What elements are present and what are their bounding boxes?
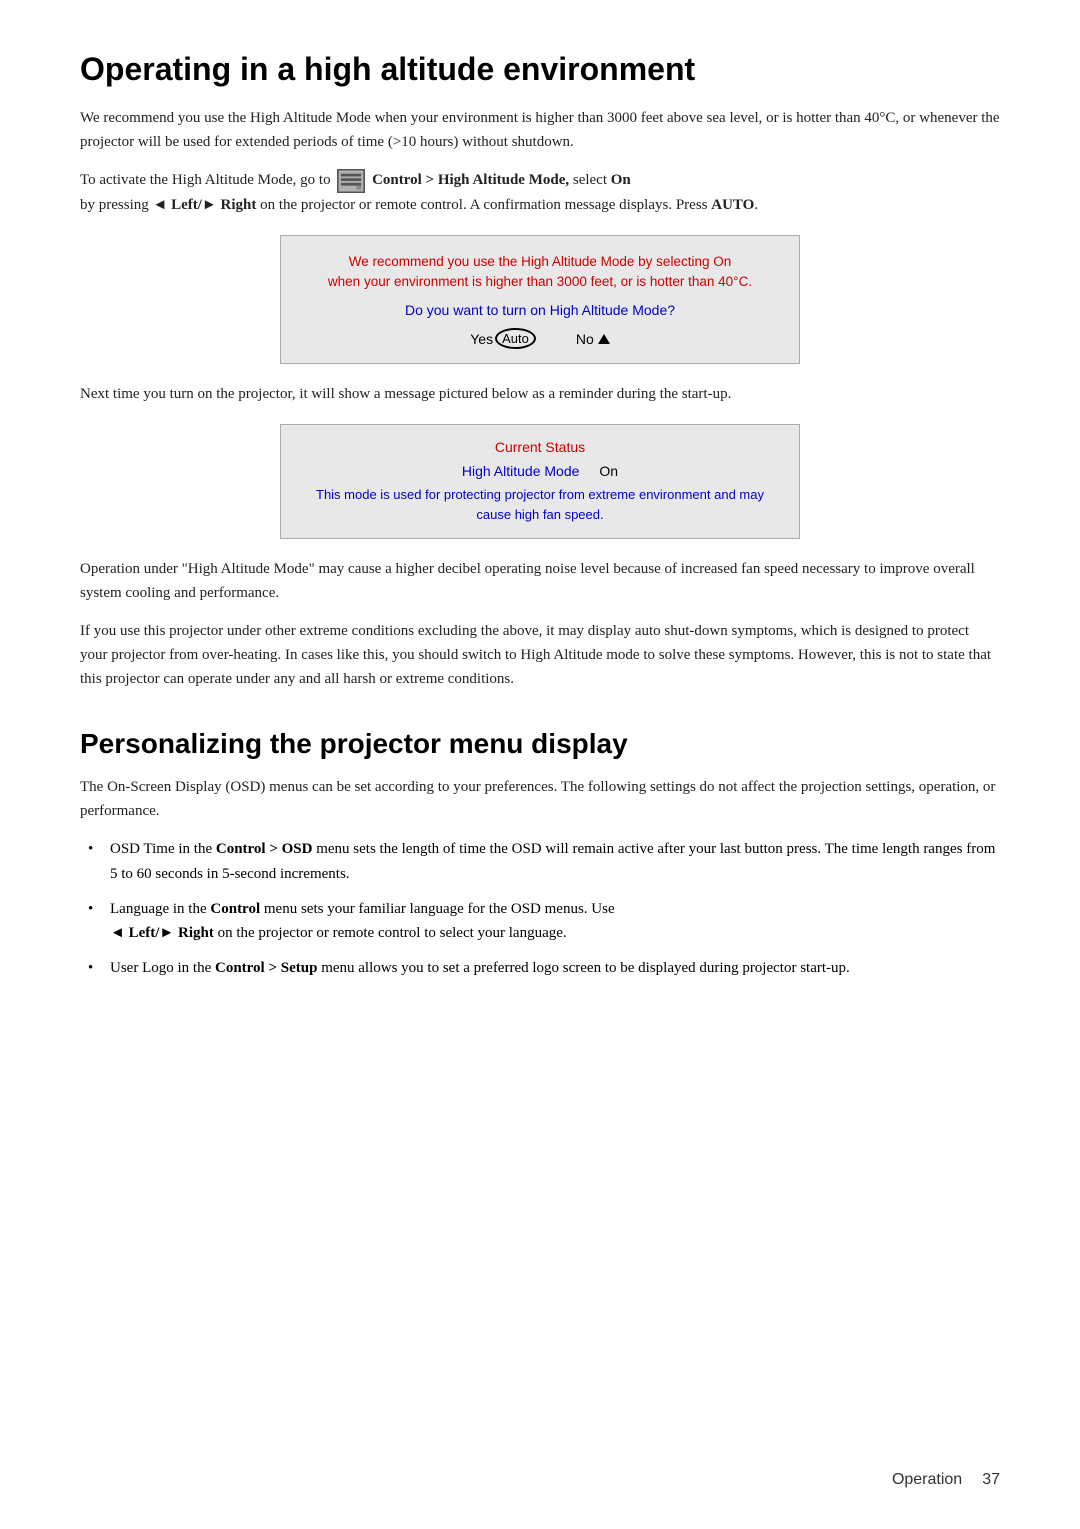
- left-arrow-label: ◄ Left/: [153, 197, 202, 213]
- bullet3-bold: Control > Setup: [215, 960, 317, 976]
- extreme-paragraph: If you use this projector under other ex…: [80, 619, 1000, 691]
- activate-text-rest: on the projector or remote control. A co…: [260, 197, 758, 213]
- list-item: User Logo in the Control > Setup menu al…: [100, 956, 1000, 981]
- status-note: This mode is used for protecting project…: [305, 485, 775, 524]
- right-arrow-label: ► Right: [202, 197, 256, 213]
- no-button[interactable]: No: [576, 331, 610, 347]
- bullet2-middle: menu sets your familiar language for the…: [260, 901, 615, 917]
- bullet2-end: on the projector or remote control to se…: [214, 925, 567, 941]
- status-title: Current Status: [305, 439, 775, 455]
- intro-paragraph: We recommend you use the High Altitude M…: [80, 106, 1000, 154]
- bullet1-before: OSD Time in the: [110, 841, 216, 857]
- triangle-icon: [598, 334, 610, 344]
- footer-page-number: 37: [982, 1471, 1000, 1489]
- bullet3-before: User Logo in the: [110, 960, 215, 976]
- bullet2-bold: Control: [210, 901, 260, 917]
- status-box: Current Status High Altitude Mode On Thi…: [280, 424, 800, 539]
- dialog-buttons: YesAuto No: [305, 328, 775, 349]
- control-menu-icon: [337, 169, 365, 193]
- dialog-warning: We recommend you use the High Altitude M…: [305, 252, 775, 293]
- activate-text-by-pressing: by pressing: [80, 197, 149, 213]
- bullet2-before: Language in the: [110, 901, 210, 917]
- bullet2-right: ► Right: [159, 925, 213, 941]
- section2-title: Personalizing the projector menu display: [80, 727, 1000, 761]
- list-item: OSD Time in the Control > OSD menu sets …: [100, 837, 1000, 887]
- footer-section-label: Operation: [892, 1471, 962, 1489]
- status-row: High Altitude Mode On: [305, 463, 775, 479]
- status-mode-label: High Altitude Mode: [462, 463, 580, 479]
- noise-paragraph: Operation under "High Altitude Mode" may…: [80, 557, 1000, 605]
- yes-button[interactable]: YesAuto: [470, 328, 536, 349]
- bullet-list: OSD Time in the Control > OSD menu sets …: [100, 837, 1000, 981]
- section2-paragraph: The On-Screen Display (OSD) menus can be…: [80, 775, 1000, 823]
- status-mode-value: On: [599, 463, 618, 479]
- activate-paragraph: To activate the High Altitude Mode, go t…: [80, 168, 1000, 217]
- list-item: Language in the Control menu sets your f…: [100, 897, 1000, 947]
- auto-badge: Auto: [495, 328, 536, 349]
- bullet3-middle: menu allows you to set a preferred logo …: [317, 960, 849, 976]
- page-title: Operating in a high altitude environment: [80, 50, 1000, 88]
- bullet2-left: ◄ Left/: [110, 925, 159, 941]
- dialog-question: Do you want to turn on High Altitude Mod…: [305, 302, 775, 318]
- activate-text-menu: Control > High Altitude Mode, select On: [372, 172, 631, 188]
- confirmation-dialog: We recommend you use the High Altitude M…: [280, 235, 800, 365]
- reminder-paragraph: Next time you turn on the projector, it …: [80, 382, 1000, 406]
- activate-text-before: To activate the High Altitude Mode, go t…: [80, 172, 331, 188]
- footer-bar: Operation 37: [892, 1471, 1000, 1489]
- bullet1-bold: Control > OSD: [216, 841, 313, 857]
